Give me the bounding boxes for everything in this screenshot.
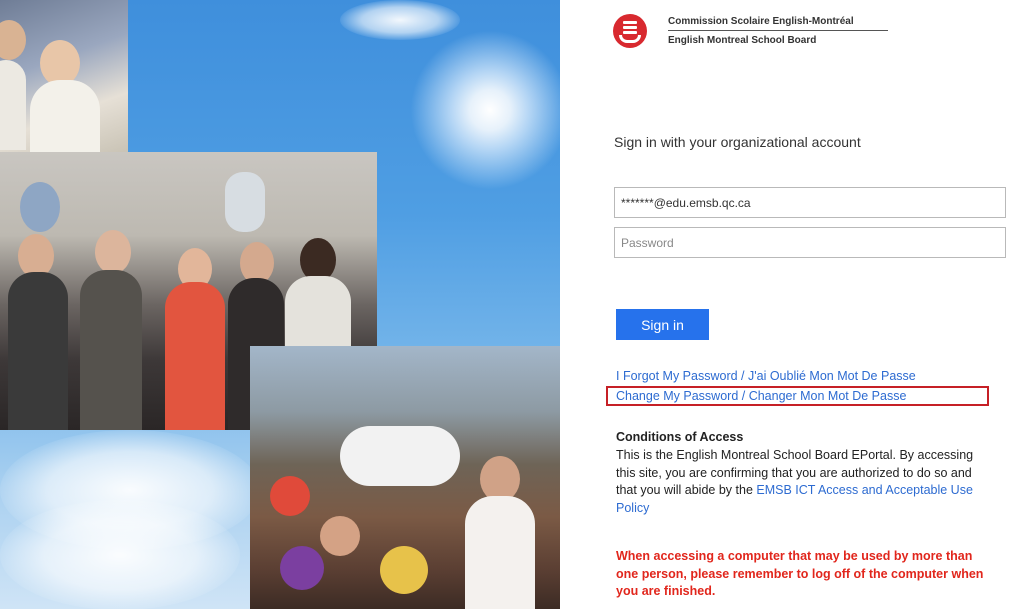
org-name-french: Commission Scolaire English-Montréal bbox=[668, 16, 854, 27]
conditions-title: Conditions of Access bbox=[616, 430, 744, 444]
password-field[interactable] bbox=[614, 227, 1006, 258]
photo-children-in-park bbox=[250, 346, 560, 609]
photo-collage bbox=[0, 0, 560, 609]
emsb-logo-icon bbox=[613, 14, 647, 48]
forgot-password-link[interactable]: I Forgot My Password / J'ai Oublié Mon M… bbox=[616, 369, 916, 383]
username-field[interactable] bbox=[614, 187, 1006, 218]
conditions-text: This is the English Montreal School Boar… bbox=[616, 447, 986, 517]
cloud bbox=[340, 0, 460, 40]
highlight-box bbox=[606, 386, 989, 406]
sun-glare bbox=[410, 30, 560, 190]
signin-button[interactable]: Sign in bbox=[616, 309, 709, 340]
logoff-warning: When accessing a computer that may be us… bbox=[616, 549, 984, 598]
org-divider bbox=[668, 30, 888, 31]
signin-heading: Sign in with your organizational account bbox=[614, 134, 861, 150]
org-name-english: English Montreal School Board bbox=[668, 35, 817, 46]
login-panel: Commission Scolaire English-Montréal Eng… bbox=[560, 0, 1011, 609]
photo-students-with-medals bbox=[0, 0, 128, 152]
cloud bbox=[0, 500, 240, 609]
